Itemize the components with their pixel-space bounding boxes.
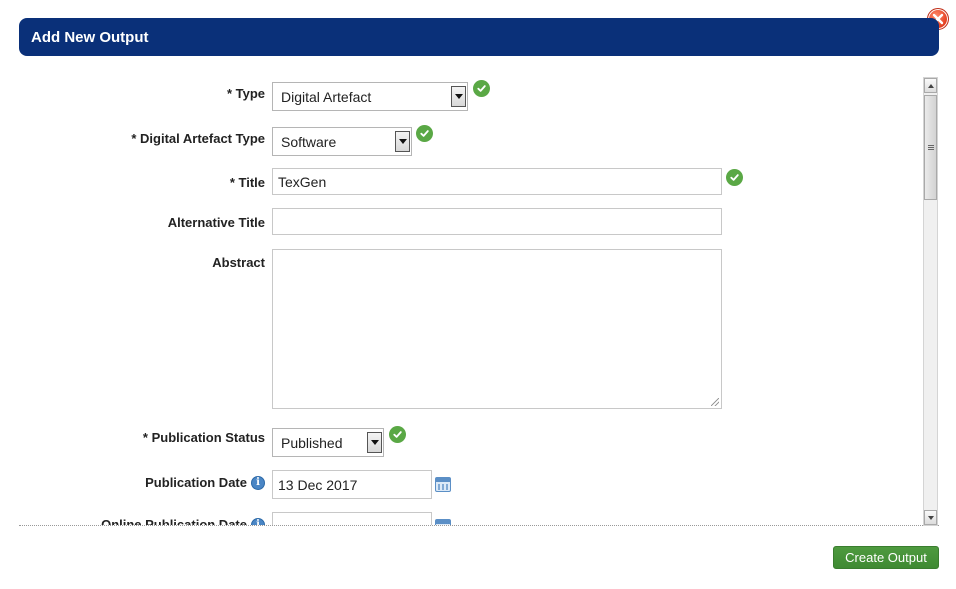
online-publication-date-label: Online Publication Date i — [101, 517, 265, 525]
digital-artefact-type-value: Software — [281, 133, 337, 150]
create-output-button[interactable]: Create Output — [833, 546, 939, 569]
digital-artefact-type-label: * Digital Artefact Type — [131, 131, 265, 146]
calendar-icon[interactable] — [435, 477, 451, 492]
online-publication-date-input[interactable] — [272, 512, 432, 525]
publication-date-input[interactable]: 13 Dec 2017 — [272, 470, 432, 499]
abstract-textarea[interactable] — [272, 249, 722, 409]
info-icon[interactable]: i — [251, 517, 265, 525]
publication-date-value: 13 Dec 2017 — [278, 476, 358, 493]
scroll-thumb[interactable] — [924, 95, 937, 200]
type-label: * Type — [226, 86, 265, 101]
scroll-up-icon[interactable] — [924, 78, 937, 93]
chevron-down-icon[interactable] — [451, 86, 466, 107]
grip-icon — [927, 144, 934, 151]
publication-status-label: * Publication Status — [142, 430, 265, 445]
check-icon — [473, 80, 490, 97]
title-input-value: TexGen — [278, 173, 327, 190]
resize-grip-icon[interactable] — [711, 398, 719, 406]
abstract-label: Abstract — [212, 255, 265, 270]
type-select[interactable]: Digital Artefact — [272, 82, 468, 111]
check-icon — [389, 426, 406, 443]
calendar-icon[interactable] — [435, 519, 451, 525]
info-icon[interactable]: i — [251, 475, 265, 490]
chevron-down-icon[interactable] — [367, 432, 382, 453]
alternative-title-input[interactable] — [272, 208, 722, 235]
dialog-title: Add New Output — [31, 28, 149, 46]
publication-status-value: Published — [281, 434, 343, 451]
check-icon — [416, 125, 433, 142]
scroll-down-icon[interactable] — [924, 510, 937, 525]
title-label: * Title — [229, 175, 265, 190]
form-scroll-area: * Type Digital Artefact * Digital Artefa… — [19, 75, 939, 526]
publication-date-label: Publication Date i — [145, 475, 265, 490]
vertical-scrollbar[interactable] — [923, 77, 938, 526]
title-input[interactable]: TexGen — [272, 168, 722, 195]
check-icon — [726, 169, 743, 186]
type-select-value: Digital Artefact — [281, 88, 372, 105]
chevron-down-icon[interactable] — [395, 131, 410, 152]
publication-status-select[interactable]: Published — [272, 428, 384, 457]
alternative-title-label: Alternative Title — [167, 215, 265, 230]
dialog-header: Add New Output — [19, 18, 939, 56]
digital-artefact-type-select[interactable]: Software — [272, 127, 412, 156]
